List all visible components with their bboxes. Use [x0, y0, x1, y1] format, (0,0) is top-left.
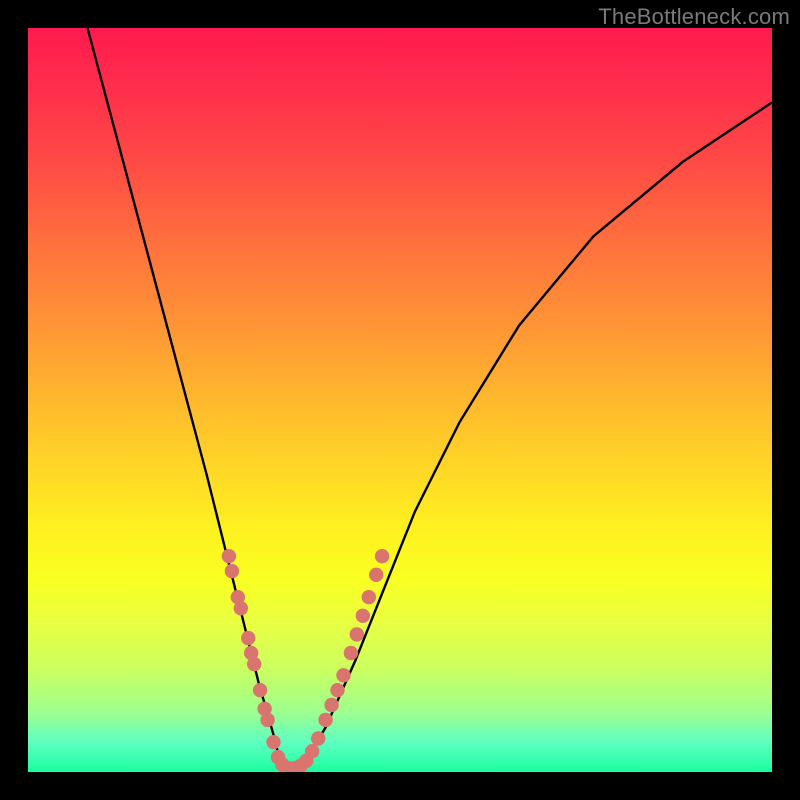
curve-marker	[344, 646, 358, 660]
curve-marker	[305, 744, 319, 758]
curve-marker	[234, 601, 248, 615]
bottleneck-curve-path	[88, 28, 773, 772]
curve-marker	[375, 549, 389, 563]
curve-marker	[247, 657, 261, 671]
bottleneck-curve	[88, 28, 773, 772]
curve-marker	[356, 609, 370, 623]
curve-marker	[350, 627, 364, 641]
curve-marker	[225, 564, 239, 578]
curve-marker	[324, 698, 338, 712]
chart-frame: TheBottleneck.com	[0, 0, 800, 800]
curve-marker	[260, 713, 274, 727]
curve-marker	[266, 735, 280, 749]
curve-marker	[318, 713, 332, 727]
curve-marker	[222, 549, 236, 563]
curve-marker	[330, 683, 344, 697]
curve-marker	[311, 731, 325, 745]
curve-marker	[241, 631, 255, 645]
curve-marker	[336, 668, 350, 682]
curve-marker	[369, 568, 383, 582]
curve-marker	[253, 683, 267, 697]
curve-markers	[222, 549, 390, 772]
chart-svg	[28, 28, 772, 772]
curve-marker	[362, 590, 376, 604]
watermark-text: TheBottleneck.com	[598, 4, 790, 30]
